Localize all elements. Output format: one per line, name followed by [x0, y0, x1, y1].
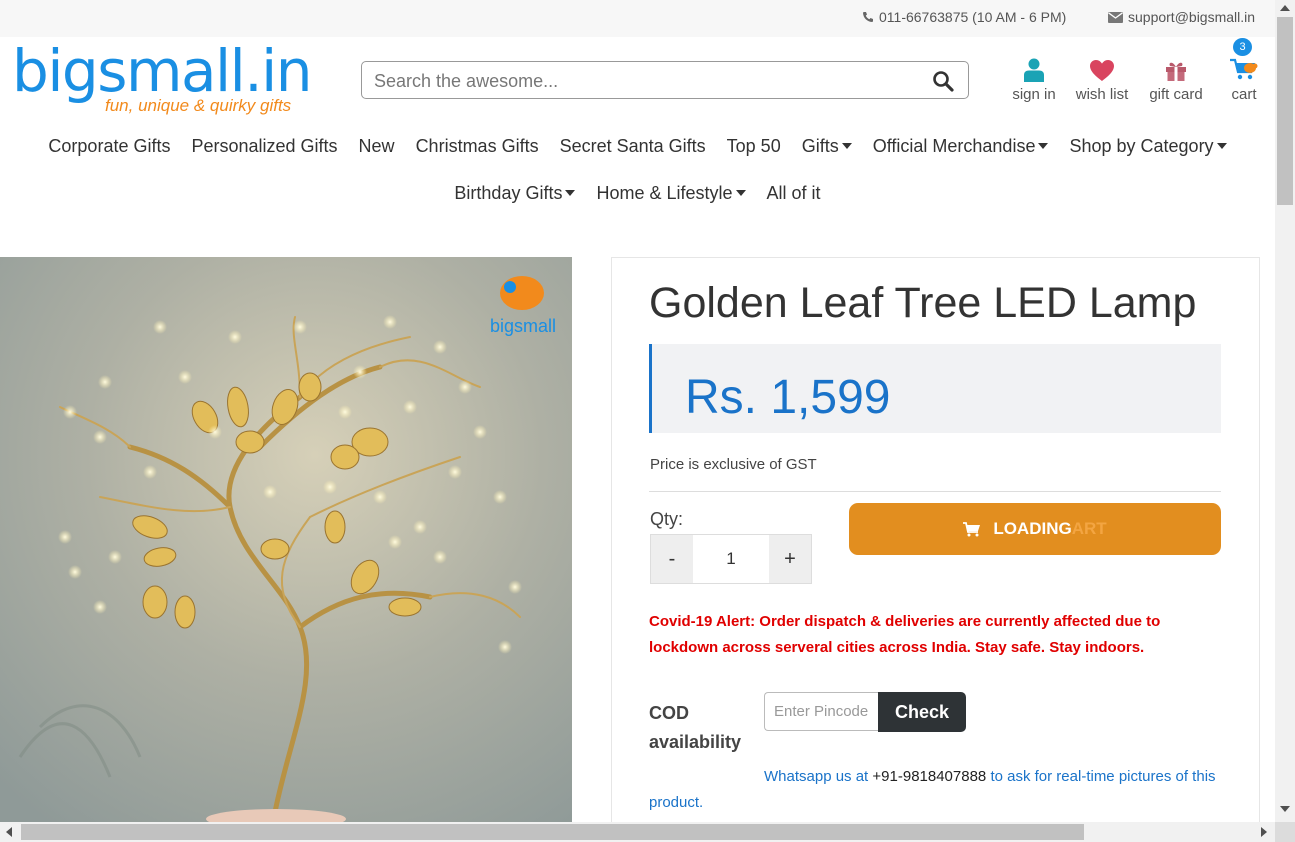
cart-link[interactable]: cart: [1226, 54, 1262, 103]
qty-label: Qty:: [650, 509, 684, 529]
phone-icon: [863, 12, 873, 22]
product-title: Golden Leaf Tree LED Lamp: [649, 279, 1197, 327]
scrollbar-corner: [1275, 822, 1295, 842]
nav-birthday-gifts: Birthday Gifts: [454, 183, 563, 203]
phone-text: 011-66763875 (10 AM - 6 PM): [879, 9, 1067, 25]
horizontal-scrollbar[interactable]: [0, 822, 1275, 842]
caret-down-icon: [1216, 143, 1227, 149]
qty-decrement-button[interactable]: -: [651, 535, 693, 583]
vertical-scroll-thumb[interactable]: [1277, 17, 1293, 205]
main-nav-row-1: Corporate Gifts Personalized Gifts New C…: [0, 136, 1275, 157]
logo-tagline: fun, unique & quirky gifts: [105, 96, 292, 115]
gift-card-label: gift card: [1149, 86, 1203, 103]
search-input[interactable]: [374, 69, 914, 93]
cart-label: cart: [1231, 86, 1257, 103]
search-box: [361, 61, 969, 99]
cod-label-line-2: availability: [649, 732, 742, 752]
add-to-cart-button[interactable]: LOADINGART: [849, 503, 1221, 555]
nav-personalized-gifts[interactable]: Personalized Gifts: [191, 136, 337, 157]
nav-home-lifestyle: Home & Lifestyle: [596, 183, 733, 203]
nav-gifts: Gifts: [801, 136, 839, 156]
gift-card-link[interactable]: gift card: [1146, 54, 1206, 103]
scroll-right-arrow-icon[interactable]: [1261, 827, 1267, 837]
horizontal-scroll-thumb[interactable]: [21, 824, 1084, 840]
nav-corporate-gifts[interactable]: Corporate Gifts: [48, 136, 170, 157]
add-to-cart-faded-text: ART: [1071, 519, 1107, 538]
nav-all-of-it[interactable]: All of it: [767, 183, 821, 204]
heart-icon: [1090, 60, 1114, 81]
whatsapp-number[interactable]: +91-9818407888: [872, 768, 986, 785]
check-pincode-button[interactable]: Check: [878, 692, 966, 732]
scroll-left-arrow-icon[interactable]: [6, 827, 12, 837]
nav-gifts-dropdown[interactable]: Gifts: [802, 136, 852, 157]
phone-contact[interactable]: 011-66763875 (10 AM - 6 PM): [862, 9, 1066, 25]
vertical-scrollbar[interactable]: [1275, 0, 1295, 822]
scroll-up-arrow-icon[interactable]: [1280, 5, 1290, 11]
nav-official-merchandise-dropdown[interactable]: Official Merchandise: [873, 136, 1049, 157]
price-box: Rs. 1,599: [649, 344, 1221, 433]
search-icon[interactable]: [932, 70, 954, 97]
cart-icon: [963, 521, 981, 536]
nav-secret-santa-gifts[interactable]: Secret Santa Gifts: [560, 136, 706, 157]
nav-home-lifestyle-dropdown[interactable]: Home & Lifestyle: [596, 183, 746, 204]
photo-watermark-text: bigsmall: [490, 316, 556, 336]
sign-in-label: sign in: [1012, 86, 1056, 103]
logo-wordmark: bigsmall.in: [12, 37, 313, 105]
qty-input[interactable]: 1: [693, 535, 769, 583]
nav-shop-by-category: Shop by Category: [1069, 136, 1214, 156]
nav-christmas-gifts[interactable]: Christmas Gifts: [416, 136, 539, 157]
scroll-down-arrow-icon[interactable]: [1280, 806, 1290, 812]
nav-top-50[interactable]: Top 50: [727, 136, 781, 157]
gift-icon: [1166, 62, 1186, 81]
user-icon: [1024, 58, 1044, 82]
quantity-stepper: - 1 +: [650, 534, 812, 584]
email-contact[interactable]: support@bigsmall.in: [1108, 9, 1255, 25]
top-contact-bar: 011-66763875 (10 AM - 6 PM) support@bigs…: [0, 0, 1275, 37]
cod-label-line-1: COD: [649, 703, 689, 723]
caret-down-icon: [1038, 143, 1049, 149]
cart-count-badge: 3: [1233, 38, 1252, 56]
whatsapp-prefix: Whatsapp us at: [764, 768, 873, 785]
add-to-cart-label: LOADING: [993, 519, 1072, 538]
sign-in-link[interactable]: sign in: [1012, 54, 1056, 103]
envelope-icon: [1108, 11, 1123, 23]
gst-note: Price is exclusive of GST: [650, 456, 817, 473]
covid-alert: Covid-19 Alert: Order dispatch & deliver…: [649, 613, 1161, 656]
wish-list-label: wish list: [1075, 86, 1129, 103]
cod-label: COD availability: [649, 699, 741, 757]
pincode-input[interactable]: Enter Pincode: [764, 692, 878, 731]
nav-official-merchandise: Official Merchandise: [872, 136, 1036, 156]
wish-list-link[interactable]: wish list: [1072, 54, 1132, 103]
main-nav-row-2: Birthday Gifts Home & Lifestyle All of i…: [0, 183, 1275, 204]
product-image[interactable]: bigsmall: [0, 257, 572, 822]
nav-new[interactable]: New: [359, 136, 395, 157]
product-price: Rs. 1,599: [685, 371, 891, 424]
site-logo[interactable]: bigsmall.in fun, unique & quirky gifts: [12, 37, 313, 122]
caret-down-icon: [841, 143, 852, 149]
qty-increment-button[interactable]: +: [769, 535, 811, 583]
nav-birthday-gifts-dropdown[interactable]: Birthday Gifts: [454, 183, 576, 204]
nav-shop-by-category-dropdown[interactable]: Shop by Category: [1069, 136, 1227, 157]
email-text: support@bigsmall.in: [1128, 9, 1256, 25]
caret-down-icon: [565, 190, 576, 196]
caret-down-icon: [735, 190, 746, 196]
whatsapp-note[interactable]: Whatsapp us at +91-9818407888 to ask for…: [649, 764, 1229, 816]
cart-icon: [1230, 58, 1258, 80]
divider: [649, 491, 1221, 492]
